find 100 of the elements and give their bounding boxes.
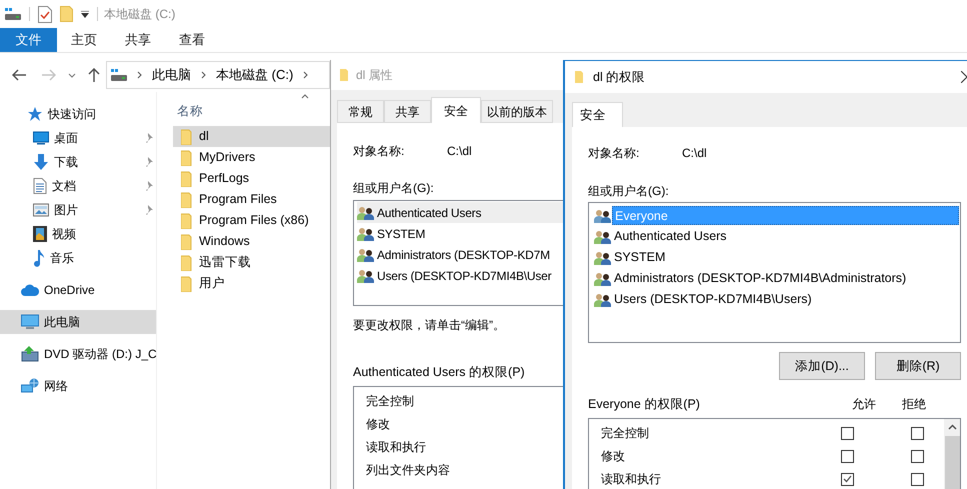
nav-item[interactable]: 图片	[0, 198, 156, 222]
folder-icon	[340, 69, 348, 81]
nav-item[interactable]: 视频	[0, 222, 156, 246]
ribbon-tab[interactable]: 查看	[165, 28, 219, 52]
file-row[interactable]: Program Files (x86)	[173, 210, 330, 231]
drive-icon	[21, 346, 39, 362]
file-row[interactable]: 迅雷下载	[173, 252, 330, 273]
tab[interactable]: 安全	[431, 97, 481, 123]
file-row[interactable]: MyDrivers	[173, 147, 330, 168]
file-row[interactable]: Windows	[173, 231, 330, 252]
chevron-right-icon[interactable]	[201, 71, 206, 79]
user-row[interactable]: SYSTEM	[594, 247, 959, 268]
tab[interactable]: 常规	[337, 100, 384, 123]
nav-item[interactable]: 此电脑	[0, 310, 156, 334]
address-bar[interactable]: 此电脑 本地磁盘 (C:)	[106, 61, 330, 89]
drive-icon[interactable]	[5, 8, 21, 20]
dropdown-icon[interactable]	[81, 10, 89, 18]
permission-name: 完全控制	[366, 394, 414, 408]
folder-icon	[181, 276, 193, 292]
user-row[interactable]: Users (DESKTOP-KD7MI4B\Users)	[594, 289, 959, 310]
checkbox[interactable]	[911, 472, 924, 486]
folder-icon	[181, 212, 193, 228]
sort-caret-icon[interactable]	[301, 94, 309, 99]
breadcrumb-item[interactable]: 本地磁盘 (C:)	[216, 65, 294, 85]
dialog-button[interactable]: 删除(R)	[875, 352, 961, 380]
field-value: C:\dl	[447, 143, 472, 160]
monitor-icon	[33, 131, 49, 145]
user-row[interactable]: Users (DESKTOP-KD7MI4B\User	[357, 265, 563, 286]
dialog-button[interactable]: 添加(D)...	[779, 352, 865, 380]
folder-icon	[181, 192, 193, 208]
file-row[interactable]: dl	[173, 126, 330, 147]
ribbon-tab[interactable]: 主页	[57, 28, 111, 52]
tab[interactable]: 安全	[572, 102, 623, 127]
file-row[interactable]: PerfLogs	[173, 168, 330, 189]
checkbox[interactable]	[841, 450, 854, 463]
checkbox[interactable]	[911, 450, 924, 463]
user-row[interactable]: Administrators (DESKTOP-KD7M	[357, 244, 563, 265]
nav-item[interactable]: 下载	[0, 150, 156, 174]
column-header: 拒绝	[901, 396, 927, 414]
users-icon	[357, 248, 375, 262]
user-row[interactable]: Authenticated Users	[594, 226, 959, 247]
nav-item[interactable]: DVD 驱动器 (D:) J_C	[0, 342, 156, 366]
up-arrow-icon[interactable]	[88, 68, 100, 82]
users-icon	[357, 226, 375, 240]
users-icon	[594, 250, 612, 264]
folder-icon	[181, 234, 193, 250]
scroll-up-icon[interactable]	[948, 424, 956, 430]
chevron-right-icon[interactable]	[137, 71, 142, 79]
file-row[interactable]: Program Files	[173, 189, 330, 210]
checkbox[interactable]	[841, 426, 854, 440]
dialog-title: dl 的权限	[593, 68, 646, 86]
folder-icon	[181, 170, 193, 186]
close-icon[interactable]	[961, 71, 967, 83]
list-label: Everyone 的权限(P)	[588, 396, 701, 413]
ribbon-tab[interactable]: 文件	[0, 28, 57, 52]
back-arrow-icon[interactable]	[12, 69, 26, 81]
window-title: 本地磁盘 (C:)	[104, 6, 176, 23]
permission-name: 读取和执行	[601, 472, 661, 486]
pin-icon	[144, 181, 153, 191]
user-row[interactable]: Administrators (DESKTOP-KD7MI4B\Administrators)	[594, 268, 959, 289]
list-label: 组或用户名(G):	[353, 180, 434, 197]
nav-item[interactable]: 音乐	[0, 246, 156, 270]
folder-icon	[181, 128, 193, 144]
document-icon	[33, 178, 47, 194]
checkbox[interactable]	[841, 472, 854, 486]
permission-name: 完全控制	[601, 426, 649, 440]
folder-icon	[181, 150, 193, 166]
chevron-right-icon[interactable]	[303, 71, 308, 79]
nav-item[interactable]: OneDrive	[0, 278, 156, 302]
column-header: 允许	[851, 396, 877, 414]
column-header[interactable]: 名称	[177, 102, 203, 120]
users-icon	[357, 206, 375, 220]
nav-item[interactable]: 桌面	[0, 126, 156, 150]
file-row[interactable]: 用户	[173, 273, 330, 294]
instruction-text: 要更改权限，请单击“编辑”。	[353, 317, 505, 334]
tab[interactable]: 以前的版本	[481, 100, 553, 123]
checkbox[interactable]	[911, 426, 924, 440]
ribbon-tab[interactable]: 共享	[111, 28, 165, 52]
tab[interactable]: 共享	[384, 100, 431, 123]
chevron-down-icon[interactable]	[68, 72, 76, 78]
breadcrumb-item[interactable]: 此电脑	[152, 65, 191, 85]
scrollbar[interactable]	[944, 418, 960, 489]
nav-item[interactable]: 文档	[0, 174, 156, 198]
nav-item[interactable]: 快速访问	[0, 102, 156, 126]
scroll-thumb[interactable]	[944, 436, 960, 489]
music-note-icon	[33, 249, 45, 267]
field-value: C:\dl	[682, 145, 707, 162]
pin-icon	[144, 205, 153, 215]
pin-icon	[144, 133, 153, 143]
field-label: 对象名称:	[588, 145, 640, 162]
star-icon	[27, 106, 43, 122]
user-row[interactable]: SYSTEM	[357, 223, 563, 244]
nav-item[interactable]: 网络	[0, 374, 156, 398]
checkmark-document-icon[interactable]	[38, 6, 52, 22]
permission-name: 读取和执行	[366, 440, 426, 454]
users-icon	[594, 272, 612, 286]
permission-name: 列出文件夹内容	[366, 462, 450, 477]
list-label: Authenticated Users 的权限(P)	[353, 364, 525, 381]
user-row[interactable]: Authenticated Users	[357, 202, 563, 223]
permission-name: 修改	[601, 449, 625, 464]
